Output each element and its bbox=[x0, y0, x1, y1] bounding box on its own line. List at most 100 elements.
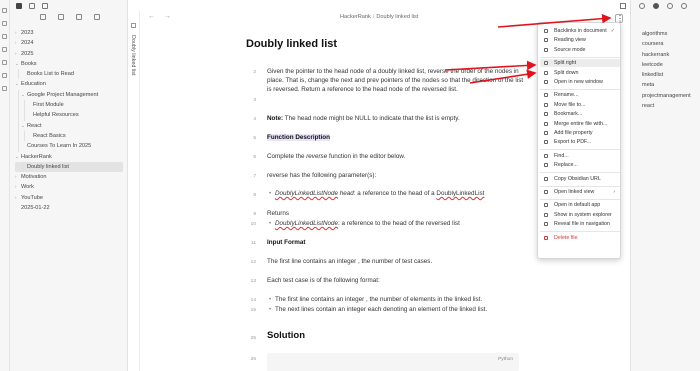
sort-icon[interactable] bbox=[76, 14, 82, 20]
line-number: 9 bbox=[253, 212, 256, 217]
tag-projectmanagement[interactable]: projectmanagement bbox=[642, 91, 691, 101]
document-title[interactable]: Doubly linked list bbox=[246, 38, 337, 50]
back-arrow-icon[interactable]: ← bbox=[148, 13, 155, 20]
menu-item-export-to-pdf[interactable]: Export to PDF... bbox=[540, 138, 620, 146]
param-bullet[interactable]: DoublyLinkedListNode head: a reference t… bbox=[267, 189, 529, 198]
tree-item-helpful-resources[interactable]: Helpful Resources bbox=[10, 110, 128, 121]
daily-note-icon[interactable] bbox=[2, 60, 7, 65]
chevron-right-icon[interactable]: › bbox=[15, 182, 17, 192]
chevron-down-icon[interactable]: ⌄ bbox=[15, 152, 19, 162]
indent-guide bbox=[24, 110, 25, 121]
tree-item-education[interactable]: ⌄ Education bbox=[10, 79, 128, 89]
menu-item-open-in-new-window[interactable]: Open in new window bbox=[540, 78, 620, 86]
breadcrumb-folder[interactable]: HackerRank bbox=[340, 14, 371, 20]
menu-item-find[interactable]: Find... bbox=[540, 152, 620, 160]
tree-item-motivation[interactable]: › Motivation bbox=[10, 172, 128, 182]
menu-item-copy-obsidian-url[interactable]: Copy Obsidian URL bbox=[540, 175, 620, 183]
each-case-desc[interactable]: Each test case is of the following forma… bbox=[267, 276, 529, 285]
tree-item-google-project-management[interactable]: ⌄ Google Project Management bbox=[10, 89, 128, 101]
tag-linkedlist[interactable]: linkedlist bbox=[642, 70, 691, 80]
menu-item-split-down[interactable]: Split down bbox=[540, 69, 620, 77]
menu-item-backlinks-in-document[interactable]: Backlinks in document ✓ bbox=[540, 27, 620, 35]
chevron-down-icon[interactable]: ⌄ bbox=[15, 59, 19, 69]
tree-item-react-basics[interactable]: React Basics bbox=[10, 130, 128, 142]
menu-item-reveal-file-in-navigation[interactable]: Reveal file in navigation bbox=[540, 220, 620, 228]
tree-item-first-module[interactable]: First Module bbox=[10, 100, 128, 111]
menu-item-source-mode[interactable]: Source mode bbox=[540, 46, 620, 54]
tag-leetcode[interactable]: leetcode bbox=[642, 60, 691, 70]
code-block[interactable]: Python bbox=[267, 353, 519, 371]
forward-arrow-icon[interactable]: → bbox=[164, 13, 171, 20]
input-format-heading[interactable]: Input Format bbox=[267, 238, 529, 247]
search-tab-icon[interactable] bbox=[29, 2, 35, 9]
collapse-all-icon[interactable] bbox=[94, 14, 100, 20]
stacked-tab[interactable]: Doubly linked list bbox=[128, 11, 140, 371]
tree-item-courses-to-learn-in-2025[interactable]: Courses To Learn In 2025 bbox=[10, 141, 128, 152]
layout-icon[interactable] bbox=[619, 3, 626, 9]
chevron-right-icon[interactable]: › bbox=[15, 172, 17, 182]
solution-heading[interactable]: Solution bbox=[267, 330, 305, 341]
new-folder-icon[interactable] bbox=[58, 14, 64, 20]
tree-item-2024[interactable]: › 2024 bbox=[10, 38, 128, 48]
param-type: DoublyLinkedListNode bbox=[275, 190, 339, 197]
menu-item-reading-view[interactable]: Reading view bbox=[540, 36, 620, 44]
paragraph-intro[interactable]: Given the pointer to the head node of a … bbox=[267, 67, 529, 94]
format-bullet-1[interactable]: The first line contains an integer , the… bbox=[267, 295, 529, 304]
params-intro[interactable]: reverse has the following parameter(s): bbox=[267, 171, 529, 180]
menu-item-delete-file[interactable]: Delete file bbox=[540, 234, 620, 242]
chevron-down-icon[interactable]: ⌄ bbox=[21, 90, 25, 100]
backlinks-tab-icon[interactable] bbox=[639, 2, 645, 9]
menu-item-rename[interactable]: Rename... bbox=[540, 91, 620, 99]
outline-tab-icon[interactable] bbox=[667, 2, 673, 9]
tag-meta[interactable]: meta bbox=[642, 80, 691, 90]
menu-item-show-in-system-explorer[interactable]: Show in system explorer bbox=[540, 211, 620, 219]
tree-item-2025-01-22[interactable]: 2025-01-22 bbox=[10, 203, 128, 213]
tree-item-react[interactable]: ⌄ React bbox=[10, 120, 128, 131]
menu-item-open-linked-view[interactable]: Open linked view › bbox=[540, 188, 620, 196]
menu-item-add-file-property[interactable]: Add file property bbox=[540, 129, 620, 137]
tree-item-youtube[interactable]: › YouTube bbox=[10, 193, 128, 203]
bookmarks-tab-icon[interactable] bbox=[42, 2, 48, 9]
format-bullet-2[interactable]: The next lines contain an integer each d… bbox=[267, 305, 529, 314]
returns-label[interactable]: Returns bbox=[267, 209, 529, 218]
first-line-desc[interactable]: The first line contains an integer , the… bbox=[267, 257, 529, 266]
chevron-down-icon[interactable]: ⌄ bbox=[21, 121, 25, 131]
menu-item-replace[interactable]: Replace... bbox=[540, 161, 620, 169]
tree-item-2023[interactable]: › 2023 bbox=[10, 28, 128, 38]
outgoing-links-tab-icon[interactable] bbox=[681, 2, 687, 9]
tags-tab-icon[interactable] bbox=[653, 2, 659, 9]
new-note-icon[interactable] bbox=[40, 14, 46, 20]
canvas-icon[interactable] bbox=[2, 47, 7, 52]
tag-algorithms[interactable]: algorithms bbox=[642, 29, 691, 39]
tree-item-2025[interactable]: › 2025 bbox=[10, 49, 128, 59]
chevron-down-icon[interactable]: ⌄ bbox=[15, 79, 19, 89]
menu-item-move-file-to[interactable]: Move file to... bbox=[540, 101, 620, 109]
tree-item-work[interactable]: › Work bbox=[10, 182, 128, 192]
tree-item-hackerrank[interactable]: ⌄ HackerRank bbox=[10, 152, 128, 162]
return-bullet[interactable]: DoublyLinkedListNode: a reference to the… bbox=[267, 219, 529, 228]
open-quick-switcher-icon[interactable] bbox=[2, 21, 7, 26]
tree-item-books[interactable]: ⌄ Books bbox=[10, 59, 128, 69]
note-line[interactable]: Note: The head node might be NULL to ind… bbox=[267, 114, 529, 123]
chevron-right-icon[interactable]: › bbox=[15, 38, 17, 48]
menu-item-bookmark[interactable]: Bookmark... bbox=[540, 110, 620, 118]
menu-item-merge-entire-file-with[interactable]: Merge entire file with... bbox=[540, 120, 620, 128]
chevron-right-icon[interactable]: › bbox=[15, 193, 17, 203]
breadcrumb-file[interactable]: Doubly linked list bbox=[376, 14, 418, 20]
menu-item-split-right[interactable]: Split right bbox=[540, 59, 620, 68]
templates-icon[interactable] bbox=[2, 86, 7, 91]
tree-item-doubly-linked-list[interactable]: Doubly linked list bbox=[15, 161, 123, 173]
graph-view-icon[interactable] bbox=[2, 34, 7, 39]
tree-item-books-list-to-read[interactable]: Books List to Read bbox=[10, 69, 128, 80]
chevron-right-icon[interactable]: › bbox=[15, 28, 17, 38]
tag-coursera[interactable]: coursera bbox=[642, 39, 691, 49]
tag-hackerrank[interactable]: hackerrank bbox=[642, 50, 691, 60]
menu-item-open-in-default-app[interactable]: Open in default app bbox=[540, 201, 620, 209]
chevron-right-icon[interactable]: › bbox=[15, 49, 17, 59]
complete-line[interactable]: Complete the reverse function in the edi… bbox=[267, 152, 529, 161]
function-description-heading[interactable]: Function Description bbox=[267, 133, 529, 142]
command-palette-icon[interactable] bbox=[2, 73, 7, 78]
files-tab-icon[interactable] bbox=[16, 2, 22, 9]
tag-react[interactable]: react bbox=[642, 101, 691, 111]
sidebar-toggle-icon[interactable] bbox=[2, 8, 7, 13]
